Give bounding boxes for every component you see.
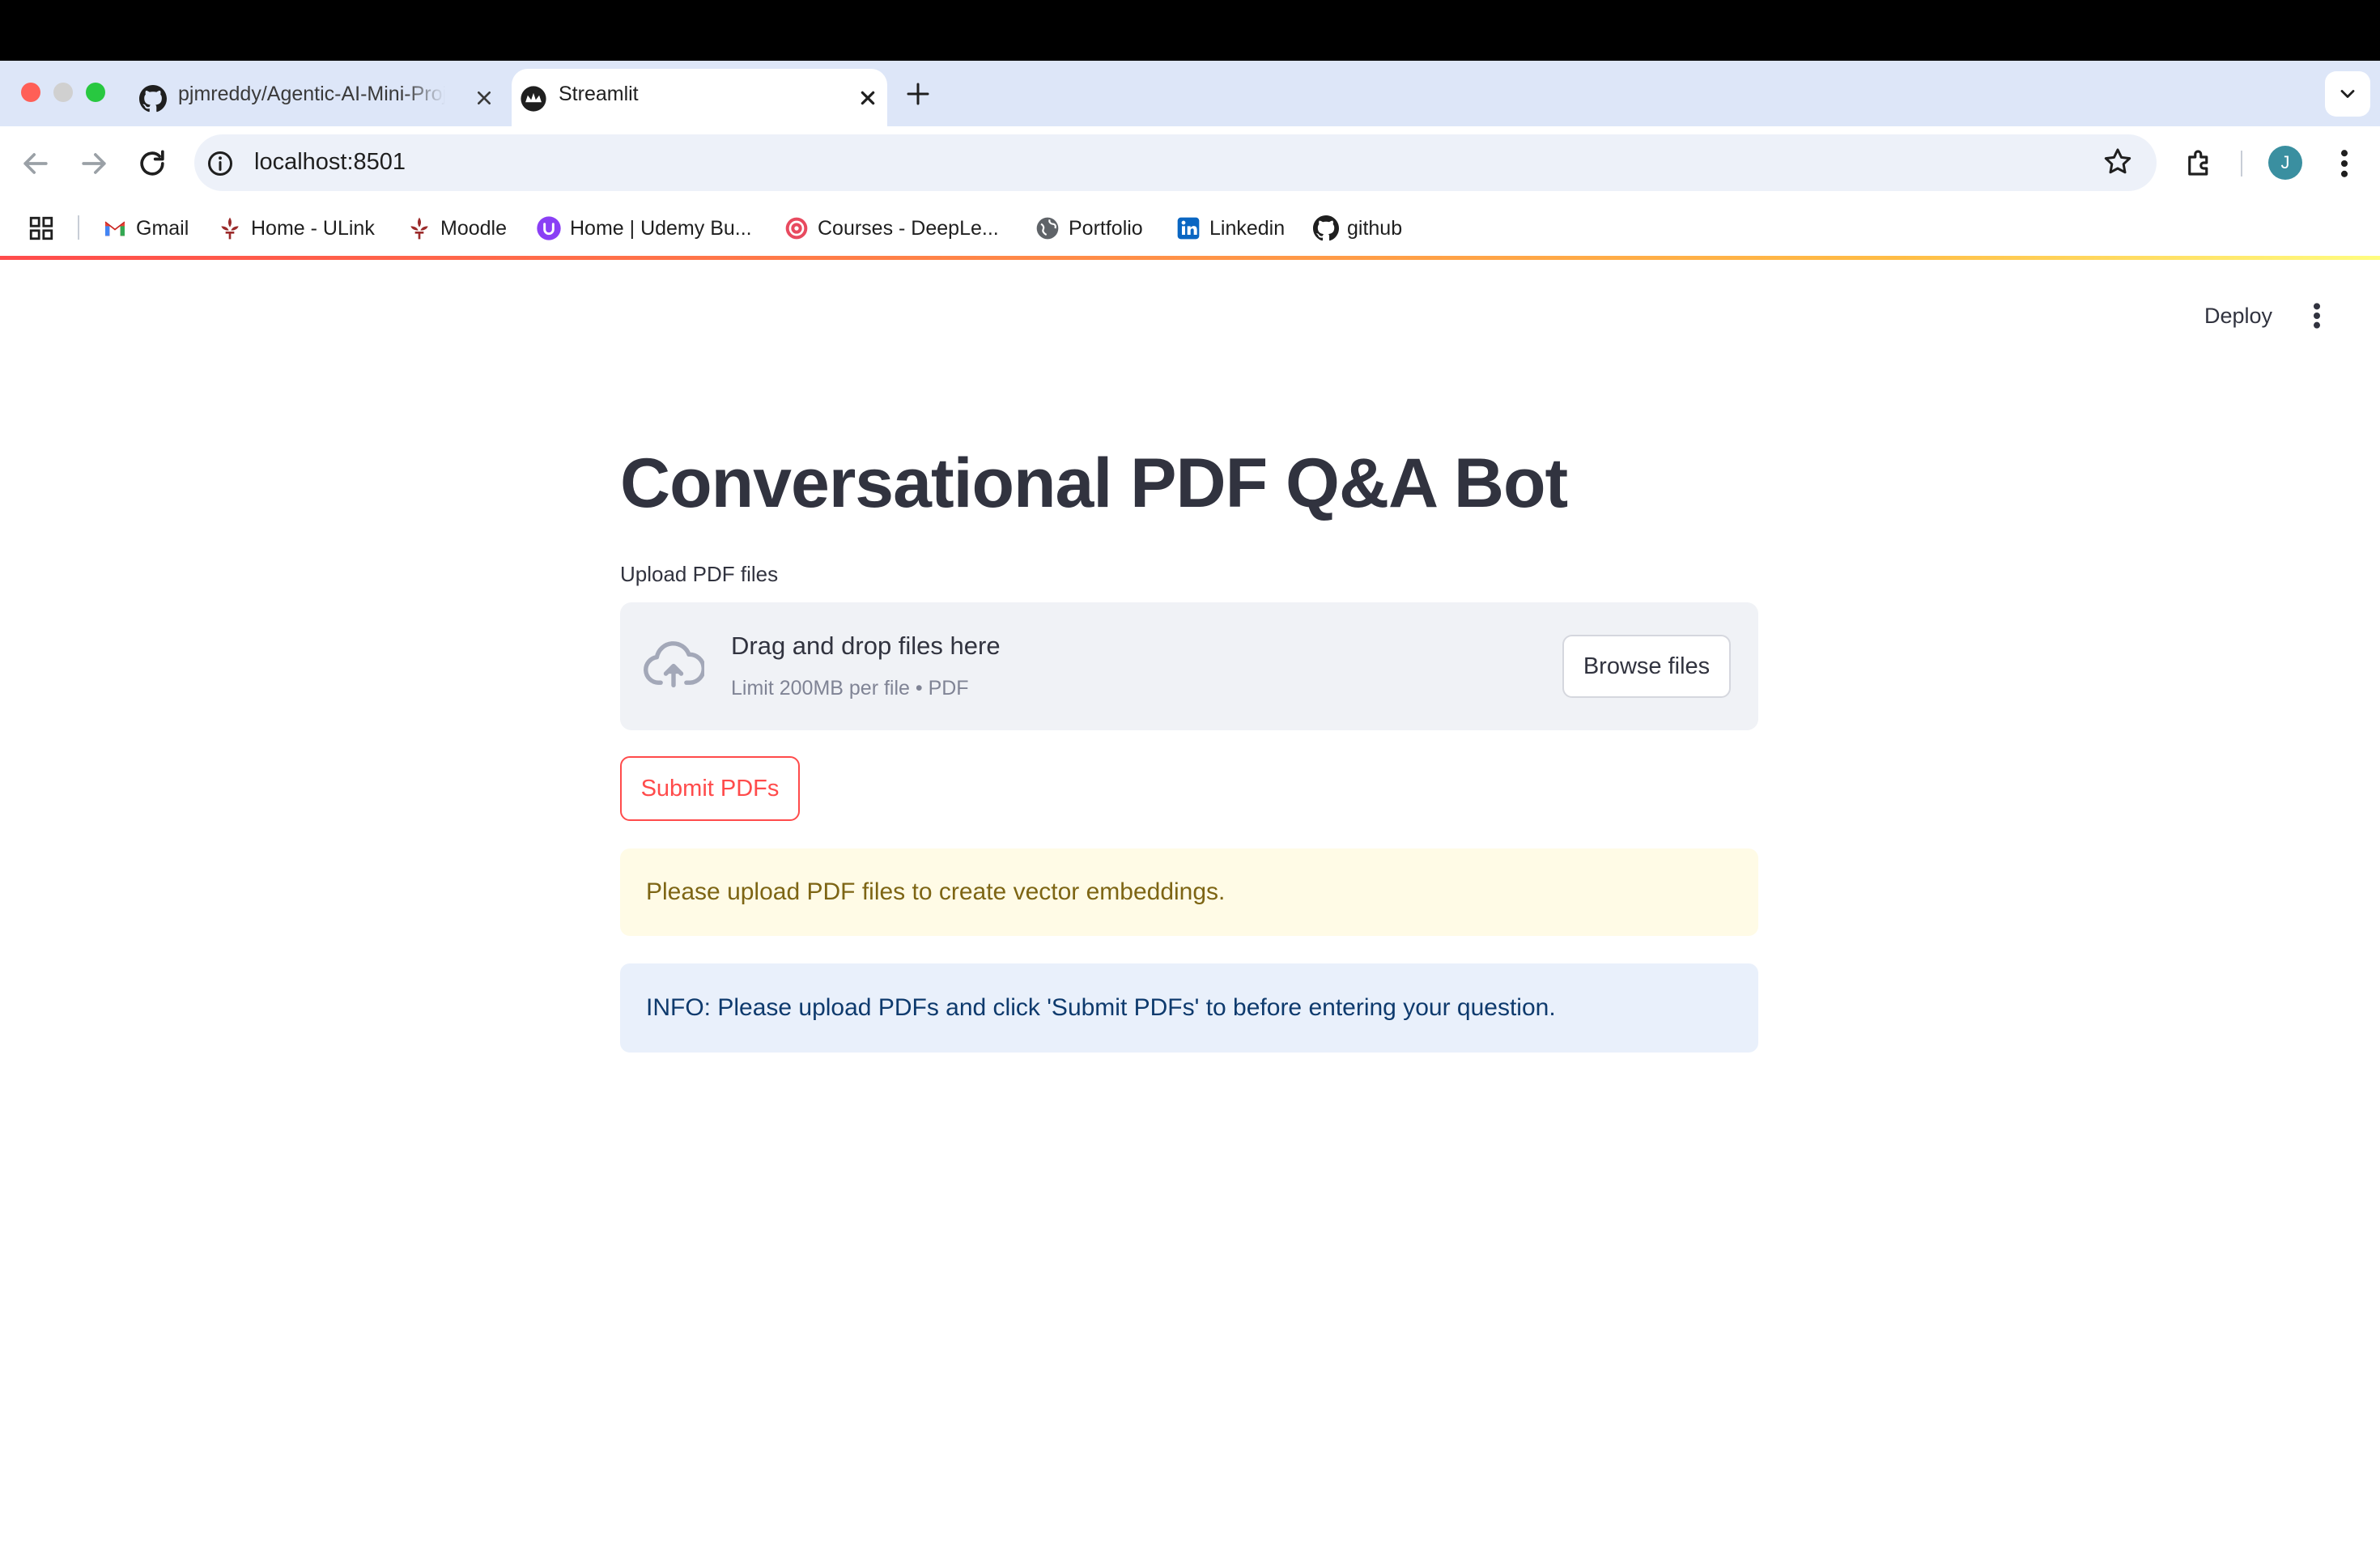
bookmark-label: Moodle	[440, 216, 507, 240]
address-bar[interactable]	[194, 134, 2157, 191]
submit-pdfs-button[interactable]: Submit PDFs	[620, 756, 800, 821]
bookmark-star-icon[interactable]	[2102, 146, 2134, 178]
bookmark-github[interactable]: github	[1313, 212, 1402, 245]
dropzone-limit: Limit 200MB per file • PDF	[731, 677, 969, 700]
bookmark-label: Home | Udemy Bu...	[570, 216, 752, 240]
cloud-upload-icon	[644, 641, 704, 688]
warning-text: Please upload PDF files to create vector…	[646, 878, 1226, 905]
bookmark-label: Linkedin	[1209, 216, 1286, 240]
uploader-label: Upload PDF files	[620, 562, 779, 586]
address-text[interactable]: localhost:8501	[254, 149, 406, 176]
close-icon[interactable]	[855, 85, 881, 111]
bookmark-linkedin[interactable]: Linkedin	[1175, 212, 1285, 245]
linkedin-icon	[1177, 217, 1200, 240]
toolbar-separator	[2241, 151, 2242, 176]
tab-search-button[interactable]	[2325, 71, 2370, 117]
tab-title: Streamlit	[559, 83, 639, 105]
chevron-down-icon	[2340, 90, 2355, 98]
bookmark-portfolio[interactable]: Portfolio	[1035, 212, 1143, 245]
extensions-icon[interactable]	[2182, 146, 2216, 180]
tab-streamlit[interactable]: Streamlit	[512, 69, 887, 126]
bookmark-label: github	[1347, 216, 1403, 240]
os-menubar	[0, 0, 2380, 61]
browse-files-button[interactable]: Browse files	[1562, 635, 1731, 698]
new-tab-button[interactable]	[903, 79, 933, 108]
gmail-icon	[104, 221, 125, 236]
info-text: INFO: Please upload PDFs and click 'Subm…	[646, 994, 1556, 1021]
bookmark-deeplearning[interactable]: Courses - DeepLe...	[784, 212, 999, 245]
window-close-button[interactable]	[21, 83, 40, 102]
header-decoration-bar	[0, 256, 2380, 260]
close-icon[interactable]	[471, 85, 497, 111]
back-button[interactable]	[18, 146, 53, 181]
fleur-de-lis-icon	[221, 217, 239, 240]
bookmark-label: Portfolio	[1069, 216, 1143, 240]
github-icon	[139, 85, 167, 113]
bookmarks-separator	[78, 215, 79, 240]
bookmark-gmail[interactable]: Gmail	[102, 212, 189, 245]
main-menu-icon[interactable]	[2304, 300, 2330, 332]
info-alert: INFO: Please upload PDFs and click 'Subm…	[620, 963, 1758, 1053]
github-icon	[1313, 215, 1339, 241]
bookmark-label: Courses - DeepLe...	[818, 216, 999, 240]
apps-grid-icon[interactable]	[28, 215, 55, 242]
bookmark-udemy[interactable]: Home | Udemy Bu...	[536, 212, 752, 245]
bookmark-label: Home - ULink	[251, 216, 375, 240]
bookmark-moodle[interactable]: Moodle	[406, 212, 507, 245]
reload-button[interactable]	[134, 146, 170, 181]
profile-avatar[interactable]: J	[2268, 146, 2302, 180]
udemy-icon	[537, 216, 561, 240]
warning-alert: Please upload PDF files to create vector…	[620, 848, 1758, 936]
tab-title: pjmreddy/Agentic-AI-Mini-Projects	[178, 83, 445, 105]
bookmark-label: Gmail	[136, 216, 189, 240]
tab-github[interactable]: pjmreddy/Agentic-AI-Mini-Projects	[131, 69, 504, 126]
deploy-button[interactable]: Deploy	[2186, 298, 2291, 334]
bookmark-home-ulink[interactable]: Home - ULink	[217, 212, 375, 245]
page-title: Conversational PDF Q&A Bot	[620, 444, 1568, 522]
globe-icon	[1036, 217, 1059, 240]
dropzone-instructions: Drag and drop files here	[731, 632, 1001, 660]
forward-button[interactable]	[76, 146, 112, 181]
deeplearning-icon	[785, 217, 808, 240]
streamlit-icon	[521, 86, 546, 112]
window-zoom-button[interactable]	[86, 83, 105, 102]
site-info-icon[interactable]	[206, 149, 235, 178]
fleur-de-lis-icon	[410, 217, 428, 240]
browser-menu-icon[interactable]	[2331, 146, 2357, 181]
window-minimize-button[interactable]	[53, 83, 73, 102]
